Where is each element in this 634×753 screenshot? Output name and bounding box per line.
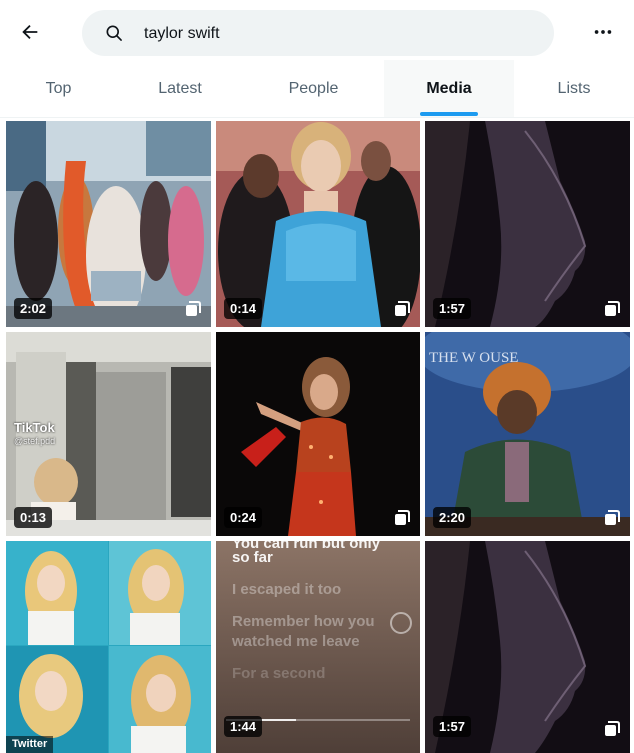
- video-duration: 0:13: [14, 507, 53, 528]
- video-duration: 2:20: [433, 507, 472, 528]
- photo-collage-thumbnail: [6, 541, 211, 753]
- twitter-watermark: Twitter: [6, 736, 54, 753]
- media-tile-tent[interactable]: TikTok @stef.pdd 0:13: [6, 332, 211, 536]
- back-button[interactable]: [12, 14, 48, 50]
- video-duration: 1:44: [224, 716, 263, 737]
- sign-text: THE W OUSE: [429, 350, 518, 366]
- video-duration: 0:24: [224, 507, 263, 528]
- lyric-line: Remember how you: [232, 613, 375, 630]
- video-duration: 0:14: [224, 298, 263, 319]
- tab-label: Latest: [158, 79, 202, 97]
- tiktok-logo-label: TikTok: [14, 420, 55, 435]
- tab-latest[interactable]: Latest: [117, 60, 243, 117]
- search-input[interactable]: [142, 10, 536, 58]
- search-tabs: Top Latest People Media Lists: [0, 60, 634, 118]
- search-icon: [106, 25, 122, 41]
- top-bar: [0, 0, 634, 66]
- search-box[interactable]: [82, 10, 554, 58]
- press-briefing-video-thumbnail: THE W OUSE: [425, 332, 630, 536]
- multiple-media-icon: [605, 721, 620, 736]
- video-duration: 1:57: [433, 716, 472, 737]
- multiple-media-icon: [605, 301, 620, 316]
- multiple-media-icon: [605, 510, 620, 525]
- tiktok-username: @stef.pdd: [14, 436, 56, 446]
- media-tile-dance-crowd[interactable]: 2:02: [6, 121, 211, 327]
- tab-media[interactable]: Media: [384, 60, 514, 117]
- media-tile-lyrics[interactable]: You can run but only so far I escaped it…: [216, 541, 420, 753]
- tab-label: Media: [426, 79, 472, 97]
- dance-video-thumbnail: [6, 121, 211, 327]
- video-duration: 1:57: [433, 298, 472, 319]
- active-tab-indicator: [420, 112, 478, 116]
- multiple-media-icon: [395, 301, 410, 316]
- tab-label: Top: [45, 79, 72, 97]
- multiple-media-icon: [186, 301, 201, 316]
- lyric-line: I escaped it too: [232, 581, 342, 598]
- lyric-line: so far: [232, 549, 273, 566]
- tab-top[interactable]: Top: [0, 60, 117, 117]
- media-tile-stage[interactable]: 0:24: [216, 332, 420, 536]
- media-tile-podium[interactable]: THE W OUSE 2:20: [425, 332, 630, 536]
- concert-video-thumbnail: [216, 332, 420, 536]
- tab-people[interactable]: People: [243, 60, 384, 117]
- media-tile-silhouette[interactable]: 1:57: [425, 121, 630, 327]
- media-tile-blue-gown[interactable]: 0:14: [216, 121, 420, 327]
- arrow-left-icon: [22, 24, 38, 40]
- tab-lists[interactable]: Lists: [514, 60, 634, 117]
- tab-label: Lists: [557, 79, 591, 97]
- lyric-line: For a second: [232, 665, 326, 682]
- tab-label: People: [288, 79, 339, 97]
- media-tile-silhouette-2[interactable]: 1:57: [425, 541, 630, 753]
- red-carpet-video-thumbnail: [216, 121, 420, 327]
- video-duration: 2:02: [14, 298, 53, 319]
- more-options-button[interactable]: [585, 14, 621, 50]
- media-tile-collage[interactable]: Twitter: [6, 541, 211, 753]
- lyric-line: watched me leave: [232, 633, 360, 650]
- multiple-media-icon: [395, 510, 410, 525]
- more-horizontal-icon: [594, 30, 612, 34]
- silhouette-video-thumbnail: [425, 121, 630, 327]
